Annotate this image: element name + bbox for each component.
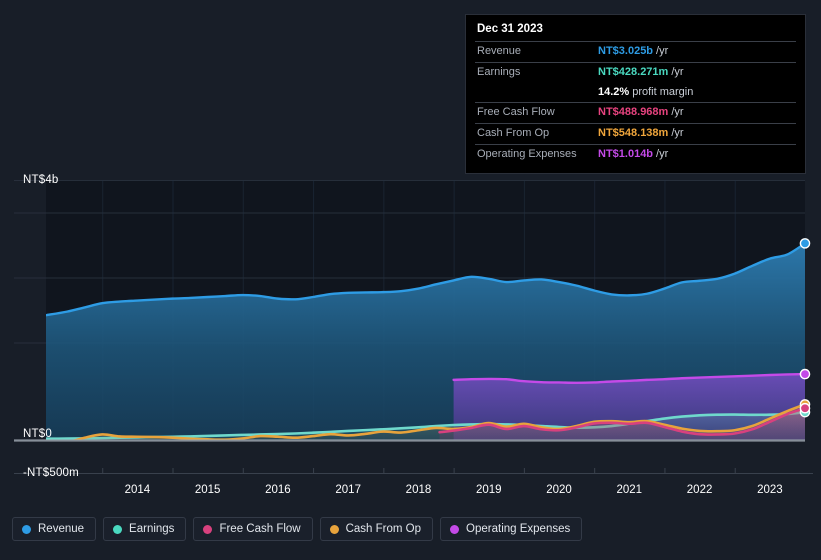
tooltip-row-value: 14.2% bbox=[598, 85, 630, 98]
tooltip-row-value: NT$488.968m bbox=[598, 106, 669, 119]
legend-item-free-cash-flow[interactable]: Free Cash Flow bbox=[193, 517, 313, 541]
x-axis-tick-2019: 2019 bbox=[475, 484, 502, 496]
tooltip-row-value: NT$1.014b bbox=[598, 147, 654, 160]
tooltip-row-unit: /yr bbox=[671, 127, 684, 139]
x-axis-tick-2014: 2014 bbox=[124, 484, 151, 496]
legend-color-dot-icon bbox=[113, 524, 123, 534]
tooltip-row-value: NT$548.138m bbox=[598, 127, 669, 139]
tooltip-row-unit: /yr bbox=[656, 45, 669, 57]
tooltip-row: Operating Expenses NT$1.014b/yr bbox=[475, 143, 796, 165]
tooltip-row-unit: profit margin bbox=[632, 85, 694, 98]
legend-item-cash-from-op[interactable]: Cash From Op bbox=[319, 517, 434, 541]
legend-item-label: Earnings bbox=[129, 523, 175, 535]
tooltip-row: Earnings NT$428.271m/yr bbox=[475, 61, 796, 83]
legend-item-label: Operating Expenses bbox=[466, 523, 571, 535]
legend-color-dot-icon bbox=[329, 524, 339, 534]
tooltip-row: Revenue NT$3.025b/yr bbox=[475, 41, 796, 62]
legend-item-operating-expenses[interactable]: Operating Expenses bbox=[440, 517, 583, 541]
legend-item-label: Cash From Op bbox=[345, 523, 422, 535]
tooltip-row-unit: /yr bbox=[671, 106, 684, 119]
y-axis-label-0: NT$4b bbox=[23, 174, 59, 186]
tooltip-row-label: Cash From Op bbox=[477, 127, 550, 139]
tooltip-row-unit: /yr bbox=[656, 147, 669, 160]
tooltip-row-unit: /yr bbox=[671, 65, 684, 78]
tooltip-row-label: Revenue bbox=[477, 45, 522, 57]
x-axis-tick-2022: 2022 bbox=[686, 484, 713, 496]
tooltip-row-label: Earnings bbox=[477, 65, 521, 78]
y-axis-label-1: NT$0 bbox=[23, 428, 52, 440]
legend-item-earnings[interactable]: Earnings bbox=[103, 517, 187, 541]
chart-legend: Revenue Earnings Free Cash Flow Cash From O… bbox=[12, 517, 583, 541]
chart-tooltip: Dec 31 2023 Revenue NT$3.025b/yr Earnings N… bbox=[465, 14, 806, 174]
legend-item-label: Revenue bbox=[38, 523, 85, 535]
x-axis-tick-2020: 2020 bbox=[546, 484, 572, 496]
x-axis-tick-2017: 2017 bbox=[335, 484, 361, 496]
x-axis-tick-2016: 2016 bbox=[265, 484, 291, 496]
y-axis-label-2: -NT$500m bbox=[23, 466, 79, 479]
tooltip-row-value: NT$428.271m bbox=[598, 65, 669, 78]
x-axis-tick-2023: 2023 bbox=[757, 484, 783, 496]
tooltip-row: Cash From Op NT$548.138m/yr bbox=[475, 123, 796, 144]
legend-color-dot-icon bbox=[450, 524, 460, 534]
tooltip-rows: Revenue NT$3.025b/yr Earnings NT$428.271m/y… bbox=[475, 41, 796, 165]
legend-item-revenue[interactable]: Revenue bbox=[12, 517, 97, 541]
legend-item-label: Free Cash Flow bbox=[219, 523, 301, 535]
legend-color-dot-icon bbox=[22, 524, 31, 534]
tooltip-row-value: NT$3.025b bbox=[598, 45, 654, 57]
tooltip-title: Dec 31 2023 bbox=[477, 23, 543, 35]
tooltip-row: Free Cash Flow NT$488.968m/yr bbox=[475, 102, 796, 123]
legend-color-dot-icon bbox=[203, 524, 213, 534]
x-axis-tick-2018: 2018 bbox=[405, 484, 432, 496]
x-axis-tick-2021: 2021 bbox=[616, 484, 643, 496]
tooltip-row-label: Operating Expenses bbox=[477, 147, 577, 160]
tooltip-row: 14.2% profit margin bbox=[475, 83, 796, 103]
x-axis-tick-2015: 2015 bbox=[194, 484, 221, 496]
tooltip-row-label: Free Cash Flow bbox=[477, 106, 555, 119]
